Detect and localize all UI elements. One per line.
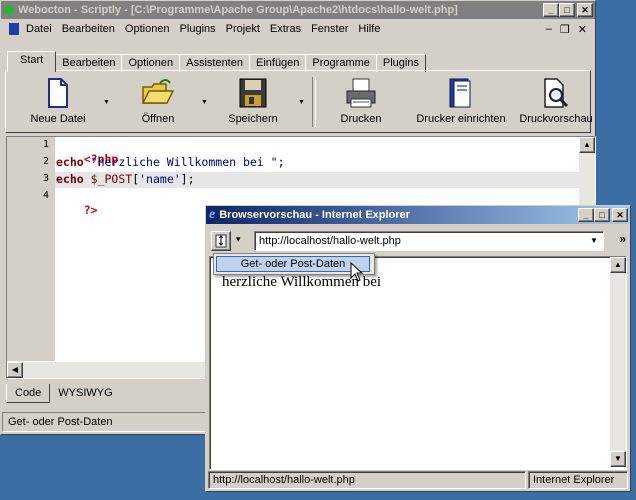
menu-bar: Datei Bearbeiten Optionen Plugins Projek… bbox=[1, 19, 595, 39]
printer-icon bbox=[346, 78, 376, 108]
line-number: 2 bbox=[42, 156, 49, 167]
string-literal: "herzliche Willkommen bei " bbox=[90, 155, 278, 169]
ie-status-zone: Internet Explorer bbox=[528, 471, 628, 489]
browser-preview-window: e Browservorschau - Internet Explorer _ … bbox=[205, 205, 631, 492]
save-dropdown-icon[interactable]: ▼ bbox=[298, 99, 305, 106]
minimize-button[interactable]: _ bbox=[543, 3, 559, 17]
new-file-label: Neue Datei bbox=[30, 113, 86, 125]
app-status-icon bbox=[4, 5, 14, 15]
menu-optionen[interactable]: Optionen bbox=[120, 23, 175, 35]
toolbar-separator bbox=[312, 77, 316, 127]
mdi-close-button[interactable]: ✕ bbox=[578, 23, 587, 36]
arrows-icon bbox=[215, 234, 227, 248]
main-window-title: Webocton - Scriptly - [C:\Programme\Apac… bbox=[18, 4, 458, 16]
print-label: Drucken bbox=[340, 113, 382, 125]
address-dropdown-icon[interactable]: ▼ bbox=[587, 234, 601, 248]
open-folder-icon bbox=[141, 79, 175, 104]
ie-scroll-up-icon[interactable]: ▲ bbox=[610, 257, 626, 273]
print-preview-icon bbox=[544, 78, 569, 108]
tab-wysiwyg[interactable]: WYSIWYG bbox=[50, 384, 120, 402]
menu-hilfe[interactable]: Hilfe bbox=[353, 23, 385, 35]
printer-setup-label: Drucker einrichten bbox=[416, 113, 506, 125]
open-label: Öffnen bbox=[141, 113, 175, 125]
open-dropdown-icon[interactable]: ▼ bbox=[201, 99, 208, 106]
tab-code[interactable]: Code bbox=[6, 384, 51, 403]
ribbon-tabs: Start Bearbeiten Optionen Assistenten Ei… bbox=[7, 51, 426, 72]
maximize-button[interactable]: □ bbox=[559, 3, 575, 17]
new-file-dropdown-icon[interactable]: ▼ bbox=[103, 99, 110, 106]
tab-start[interactable]: Start bbox=[7, 51, 57, 72]
menu-bearbeiten[interactable]: Bearbeiten bbox=[57, 23, 120, 35]
get-post-dropdown-icon[interactable]: ▾ bbox=[236, 234, 241, 245]
save-button[interactable]: Speichern bbox=[223, 77, 283, 125]
code-line-3: echo $_POST['name']; bbox=[56, 172, 195, 186]
ie-minimize-button[interactable]: _ bbox=[578, 208, 594, 222]
mdi-minimize-button[interactable]: – bbox=[546, 23, 552, 36]
line-number: 1 bbox=[42, 139, 49, 150]
menu-plugins[interactable]: Plugins bbox=[175, 23, 221, 35]
menu-projekt[interactable]: Projekt bbox=[221, 23, 265, 35]
address-toolbar: ▾ http://localhost/hallo-welt.php ▼ » bbox=[208, 229, 626, 255]
open-button[interactable]: Öffnen bbox=[128, 77, 188, 125]
ie-vertical-scrollbar[interactable]: ▲ ▼ bbox=[610, 257, 626, 467]
menu-item-get-post-data[interactable]: Get- oder Post-Daten bbox=[216, 256, 370, 272]
ie-logo-icon: e bbox=[209, 207, 216, 222]
new-file-icon bbox=[48, 78, 68, 108]
print-preview-button[interactable]: Druckvorschau bbox=[519, 77, 593, 125]
print-preview-label: Druckvorschau bbox=[519, 113, 593, 125]
statement-end: ; bbox=[277, 155, 285, 169]
editor-mode-tabs: Code WYSIWYG bbox=[6, 384, 121, 403]
address-field[interactable]: http://localhost/hallo-welt.php ▼ bbox=[254, 231, 604, 251]
variable-post: $_POST bbox=[90, 172, 133, 186]
keyword-echo: echo bbox=[56, 172, 84, 186]
ie-status-url: http://localhost/hallo-welt.php bbox=[208, 471, 526, 489]
menu-fenster[interactable]: Fenster bbox=[306, 23, 353, 35]
code-line-2: echo "herzliche Willkommen bei "; bbox=[56, 155, 285, 169]
ie-close-button[interactable]: ✕ bbox=[612, 208, 628, 222]
bracket-close: ]; bbox=[180, 172, 195, 186]
code-line-4: ?> bbox=[56, 189, 98, 231]
php-close-tag: ?> bbox=[83, 203, 98, 217]
document-icon bbox=[9, 23, 19, 35]
menu-datei[interactable]: Datei bbox=[21, 23, 57, 35]
ie-maximize-button[interactable]: □ bbox=[594, 208, 610, 222]
ie-scroll-down-icon[interactable]: ▼ bbox=[610, 451, 626, 467]
new-file-button[interactable]: Neue Datei bbox=[28, 77, 88, 125]
page-content[interactable]: herzliche Willkommen bei ▲ ▼ bbox=[209, 256, 627, 470]
string-key: 'name' bbox=[139, 172, 181, 186]
close-button[interactable]: ✕ bbox=[577, 3, 593, 17]
print-button[interactable]: Drucken bbox=[331, 77, 391, 125]
ie-status-bar: http://localhost/hallo-welt.php Internet… bbox=[208, 471, 628, 491]
scroll-up-icon[interactable]: ▲ bbox=[579, 137, 595, 153]
save-disk-icon bbox=[239, 78, 267, 108]
main-titlebar[interactable]: Webocton - Scriptly - [C:\Programme\Apac… bbox=[1, 1, 595, 19]
printer-setup-button[interactable]: Drucker einrichten bbox=[416, 77, 506, 125]
toolbar-chevron-icon[interactable]: » bbox=[619, 232, 626, 246]
scroll-left-icon[interactable]: ◀ bbox=[7, 362, 23, 378]
save-label: Speichern bbox=[228, 113, 278, 125]
ie-window-title: Browservorschau - Internet Explorer bbox=[219, 209, 410, 221]
mdi-restore-button[interactable]: ❐ bbox=[560, 23, 570, 36]
toolbar-panel: Neue Datei ▼ Öffnen ▼ Speichern ▼ Drucke… bbox=[5, 70, 593, 133]
mouse-cursor-icon bbox=[350, 262, 364, 282]
address-text: http://localhost/hallo-welt.php bbox=[259, 235, 401, 247]
printer-setup-icon bbox=[449, 78, 471, 108]
keyword-echo: echo bbox=[56, 155, 84, 169]
line-number-gutter: 1 2 3 4 bbox=[7, 137, 55, 361]
ie-titlebar[interactable]: e Browservorschau - Internet Explorer _ … bbox=[206, 206, 630, 224]
menu-extras[interactable]: Extras bbox=[265, 23, 306, 35]
line-number: 4 bbox=[42, 190, 49, 201]
refresh-get-post-button[interactable] bbox=[211, 231, 231, 251]
line-number: 3 bbox=[42, 173, 49, 184]
